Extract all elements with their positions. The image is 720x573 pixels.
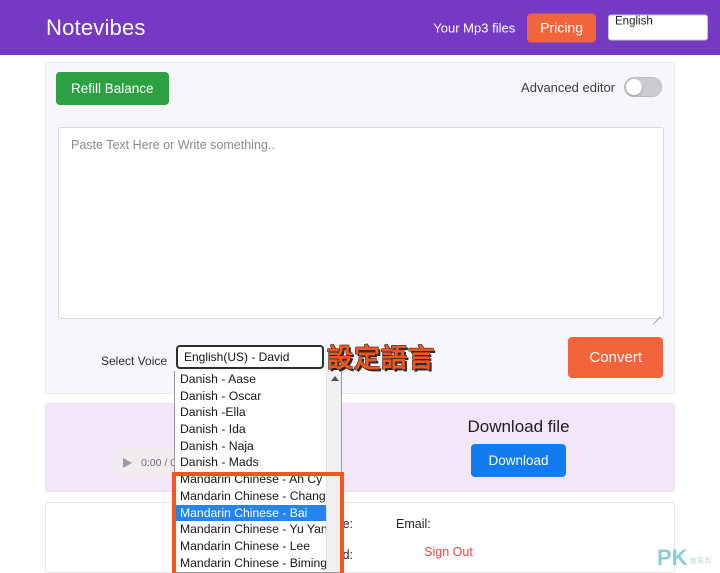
voice-dropdown-list[interactable]: Danish - Aase Danish - Oscar Danish -Ella D…	[174, 371, 342, 573]
your-mp3-files-link[interactable]: Your Mp3 files	[433, 20, 515, 35]
download-button[interactable]: Download	[471, 444, 566, 477]
convert-button[interactable]: Convert	[568, 337, 663, 378]
voice-option[interactable]: Danish - Aase	[175, 371, 327, 388]
language-select[interactable]: English	[608, 14, 708, 41]
annotation-text: 設定語言	[326, 343, 436, 376]
select-voice-label: Select Voice	[101, 354, 168, 368]
play-icon[interactable]	[123, 458, 132, 468]
top-navbar: Notevibes Your Mp3 files Pricing English	[0, 0, 720, 55]
language-select-value: English	[615, 15, 653, 28]
voice-option[interactable]: Mandarin Chinese - Lee	[175, 538, 327, 555]
voice-option[interactable]: Mandarin Chinese - Ah Cy	[175, 471, 327, 488]
scroll-up-arrow-icon[interactable]	[331, 376, 339, 381]
voice-select-box[interactable]: English(US) - David	[176, 345, 324, 369]
download-title: Download file	[467, 417, 570, 436]
voice-option[interactable]: Danish - Ida	[175, 421, 327, 438]
navbar-right-group: Your Mp3 files Pricing English	[433, 13, 708, 42]
account-email-group: Email: Sign Out	[361, 503, 676, 572]
voice-option[interactable]: Danish - Oscar	[175, 388, 327, 405]
notevibes-app: Notevibes Your Mp3 files Pricing English…	[0, 0, 720, 573]
voice-option[interactable]: Mandarin Chinese - Bai	[175, 504, 327, 522]
advanced-editor-label: Advanced editor	[521, 79, 615, 95]
voice-option[interactable]: Mandarin Chinese - Chang	[175, 488, 327, 505]
listen-download-panel: Listen 0:00 / 0:00 Download file Downloa…	[45, 403, 675, 492]
download-section: Download file Download	[361, 404, 676, 491]
text-input-area[interactable]	[58, 127, 664, 319]
voice-dropdown-options: Danish - Aase Danish - Oscar Danish -Ella D…	[175, 371, 328, 572]
sign-out-link[interactable]: Sign Out	[361, 545, 536, 559]
account-panel: Your Balance: Used: Email: Sign Out	[45, 502, 675, 573]
toggle-knob	[626, 79, 642, 95]
voice-option[interactable]: Danish - Naja	[175, 438, 327, 455]
voice-option[interactable]: Mandarin Chinese - Yu Yan	[175, 521, 328, 538]
voice-option[interactable]: Danish - Mads	[175, 454, 327, 471]
brand-logo[interactable]: Notevibes	[46, 15, 146, 41]
voice-option[interactable]: Danish -Ella	[175, 404, 327, 421]
watermark-subtext: 痞客邦	[689, 557, 712, 565]
voice-select-value: English(US) - David	[184, 350, 290, 364]
dropdown-scrollbar[interactable]	[326, 371, 341, 572]
refill-balance-button[interactable]: Refill Balance	[56, 72, 169, 105]
email-label: Email:	[396, 517, 431, 531]
advanced-editor-group: Advanced editor	[521, 77, 662, 97]
voice-option[interactable]: Mandarin Chinese - Biming	[175, 555, 327, 572]
advanced-editor-toggle[interactable]	[624, 77, 662, 97]
pricing-button[interactable]: Pricing	[527, 13, 596, 42]
